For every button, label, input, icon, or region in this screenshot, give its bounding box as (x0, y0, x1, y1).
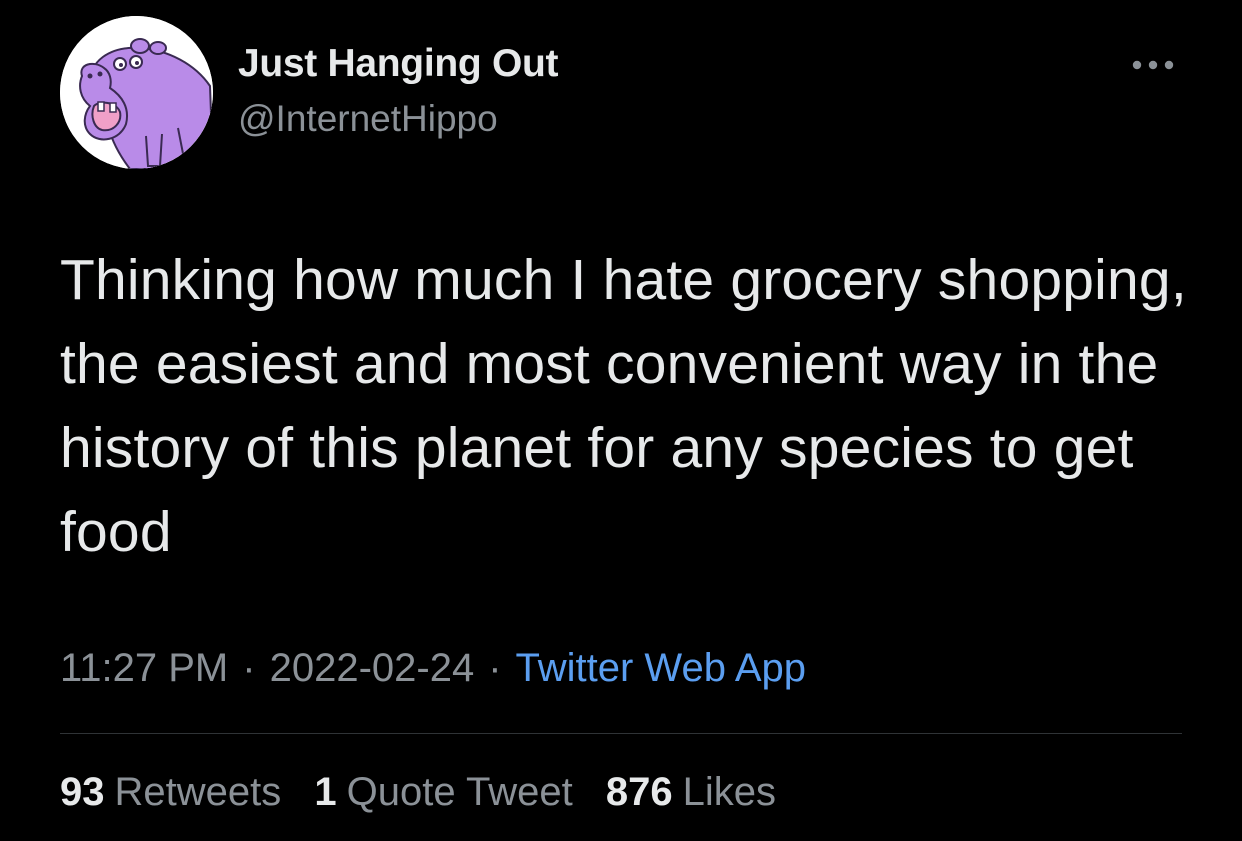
tweet-text: Thinking how much I hate grocery shoppin… (60, 248, 1187, 564)
quote-tweets-label: Quote Tweet (346, 770, 573, 814)
tweet-date[interactable]: 2022-02-24 (270, 646, 475, 690)
user-handle[interactable]: @InternetHippo (238, 98, 498, 140)
tweet-stats: 93 Retweets 1 Quote Tweet 876 Likes (60, 770, 798, 815)
retweets-label: Retweets (114, 770, 282, 814)
retweets-count: 93 (60, 770, 105, 814)
likes-count: 876 (605, 770, 673, 814)
display-name[interactable]: Just Hanging Out (238, 42, 558, 86)
quote-tweets-stat[interactable]: 1 Quote Tweet (314, 770, 572, 814)
avatar[interactable] (60, 16, 213, 169)
hippo-avatar-icon (60, 16, 213, 169)
more-horizontal-icon[interactable] (1128, 50, 1178, 80)
retweets-stat[interactable]: 93 Retweets (60, 770, 281, 814)
likes-stat[interactable]: 876 Likes (606, 770, 776, 814)
tweet-meta: 11:27 PM · 2022-02-24 · Twitter Web App (60, 646, 806, 691)
meta-separator: · (242, 646, 256, 690)
quote-tweets-count: 1 (314, 770, 337, 814)
meta-separator: · (488, 646, 502, 690)
tweet-source-link[interactable]: Twitter Web App (516, 646, 807, 690)
tweet-card: Just Hanging Out @InternetHippo Thinking… (0, 0, 1242, 841)
likes-label: Likes (682, 770, 776, 814)
tweet-time[interactable]: 11:27 PM (60, 646, 228, 690)
divider (60, 733, 1182, 734)
